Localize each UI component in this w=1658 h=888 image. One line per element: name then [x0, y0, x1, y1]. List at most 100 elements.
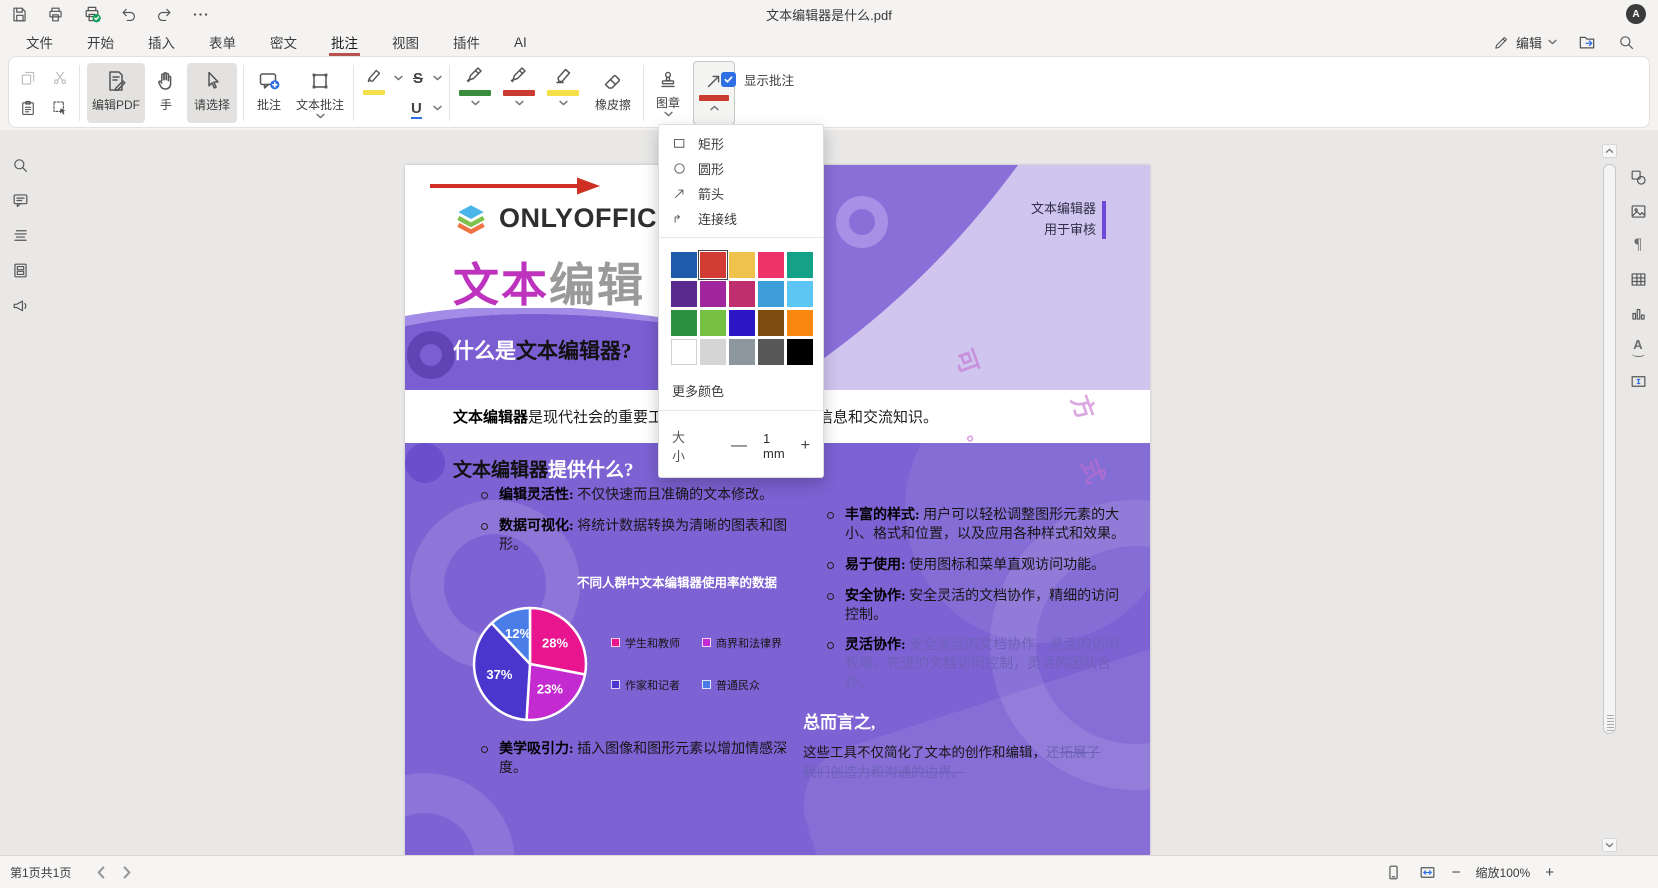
edit-mode-dropdown[interactable]: 编辑	[1493, 33, 1557, 52]
edit-pdf-button[interactable]: 编辑PDF	[87, 63, 145, 123]
tab-insert[interactable]: 插入	[146, 28, 177, 56]
shape-settings-icon[interactable]	[1626, 166, 1650, 188]
hand-tool-button[interactable]: 手	[149, 63, 183, 123]
save-icon[interactable]	[10, 5, 29, 24]
select-area-icon[interactable]	[51, 99, 69, 117]
tab-comment[interactable]: 批注	[329, 28, 360, 56]
pen-red-button[interactable]	[499, 63, 539, 125]
open-location-icon[interactable]	[1577, 32, 1597, 52]
image-settings-icon[interactable]	[1626, 200, 1650, 222]
scroll-down-button[interactable]	[1602, 838, 1617, 852]
tab-file[interactable]: 文件	[24, 28, 55, 56]
menu-item-connector[interactable]: 连接线	[659, 206, 823, 231]
add-comment-button[interactable]: 批注	[249, 63, 289, 123]
chevron-down-icon[interactable]	[433, 105, 442, 111]
underline-tool[interactable]: U	[411, 101, 422, 119]
strikeout-tool[interactable]: S	[413, 71, 423, 86]
tab-view[interactable]: 视图	[390, 28, 421, 56]
chevron-down-icon[interactable]	[663, 111, 673, 117]
color-swatch[interactable]	[729, 252, 755, 278]
textbox-settings-icon[interactable]	[1626, 370, 1650, 392]
color-swatch[interactable]	[671, 310, 697, 336]
color-swatch[interactable]	[787, 310, 813, 336]
chart-settings-icon[interactable]	[1626, 302, 1650, 324]
previous-page-icon[interactable]	[97, 865, 105, 879]
tab-plugins[interactable]: 插件	[451, 28, 482, 56]
color-swatch[interactable]	[671, 252, 697, 278]
menu-item-circle[interactable]: 圆形	[659, 156, 823, 181]
color-swatch[interactable]	[700, 310, 726, 336]
print-icon[interactable]	[46, 5, 65, 24]
tab-home[interactable]: 开始	[85, 28, 116, 56]
bullet-item: 编辑灵活性: 不仅快速而且准确的文本修改。	[481, 487, 791, 506]
size-decrease-button[interactable]: —	[731, 438, 747, 454]
cut-icon[interactable]	[51, 69, 69, 87]
search-icon[interactable]	[1617, 33, 1636, 52]
chevron-down-icon[interactable]	[470, 100, 480, 106]
chevron-down-icon[interactable]	[514, 100, 524, 106]
undo-icon[interactable]	[119, 5, 138, 24]
more-icon[interactable]	[191, 5, 210, 24]
color-swatch[interactable]	[787, 281, 813, 307]
copy-icon[interactable]	[19, 69, 37, 87]
vertical-scrollbar[interactable]	[1602, 144, 1617, 854]
color-swatch[interactable]	[700, 339, 726, 365]
paragraph-settings-icon[interactable]: ¶	[1626, 234, 1650, 256]
paste-icon[interactable]	[19, 99, 37, 117]
color-swatch[interactable]	[758, 281, 784, 307]
color-swatch[interactable]	[671, 339, 697, 365]
color-swatch[interactable]	[671, 281, 697, 307]
show-comments-checkbox[interactable]: 显示批注	[721, 70, 794, 89]
select-tool-button[interactable]: 请选择	[187, 63, 237, 123]
stamp-button[interactable]: 图章	[649, 63, 687, 125]
chevron-down-icon[interactable]	[394, 75, 403, 81]
user-avatar[interactable]: A	[1626, 4, 1646, 24]
fit-page-icon[interactable]	[1384, 863, 1403, 882]
color-swatch[interactable]	[729, 281, 755, 307]
color-swatch[interactable]	[787, 339, 813, 365]
tab-forms[interactable]: 表单	[207, 28, 238, 56]
color-swatch[interactable]	[787, 252, 813, 278]
next-page-icon[interactable]	[123, 865, 131, 879]
marker-yellow-button[interactable]	[543, 63, 583, 125]
chart-title: 不同人群中文本编辑器使用率的数据	[577, 575, 778, 590]
eraser-icon	[604, 74, 621, 89]
zoom-out-button[interactable]: −	[1452, 865, 1461, 880]
textart-settings-icon[interactable]: A	[1626, 336, 1650, 358]
quick-print-icon[interactable]	[82, 4, 102, 24]
color-swatch[interactable]	[729, 310, 755, 336]
tab-ai[interactable]: AI	[512, 31, 529, 54]
headings-panel-icon[interactable]	[8, 224, 32, 246]
chevron-down-icon[interactable]	[315, 113, 325, 119]
redo-icon[interactable]	[155, 5, 174, 24]
color-swatch[interactable]	[729, 339, 755, 365]
tab-redact[interactable]: 密文	[268, 28, 299, 56]
zoom-in-button[interactable]: +	[1545, 865, 1554, 880]
menu-item-arrow[interactable]: 箭头	[659, 181, 823, 206]
color-swatch[interactable]	[758, 310, 784, 336]
fit-width-icon[interactable]	[1418, 863, 1437, 882]
color-swatch[interactable]	[758, 252, 784, 278]
side-note: 文本编辑器 用于审核	[1030, 201, 1096, 237]
scrollbar-thumb[interactable]	[1603, 164, 1616, 734]
menu-item-rectangle[interactable]: 矩形	[659, 131, 823, 156]
color-swatch[interactable]	[698, 250, 728, 280]
scroll-up-button[interactable]	[1602, 144, 1617, 158]
size-increase-button[interactable]: +	[801, 438, 810, 454]
search-panel-icon[interactable]	[8, 154, 32, 176]
color-swatch[interactable]	[700, 281, 726, 307]
red-arrow-annotation[interactable]	[427, 175, 603, 197]
table-settings-icon[interactable]	[1626, 268, 1650, 290]
chevron-down-icon[interactable]	[433, 75, 442, 81]
thumbnails-panel-icon[interactable]	[8, 259, 32, 281]
feedback-icon[interactable]	[8, 294, 32, 316]
chevron-up-icon[interactable]	[709, 105, 719, 111]
pen-green-button[interactable]	[455, 63, 495, 125]
more-colors-item[interactable]: 更多颜色	[659, 373, 823, 404]
text-comment-button[interactable]: 文本批注	[293, 63, 347, 123]
chevron-down-icon[interactable]	[558, 100, 568, 106]
color-swatch[interactable]	[758, 339, 784, 365]
highlight-tool-button[interactable]	[359, 65, 389, 101]
comments-panel-icon[interactable]	[8, 189, 32, 211]
eraser-button[interactable]: 橡皮擦	[589, 63, 637, 123]
